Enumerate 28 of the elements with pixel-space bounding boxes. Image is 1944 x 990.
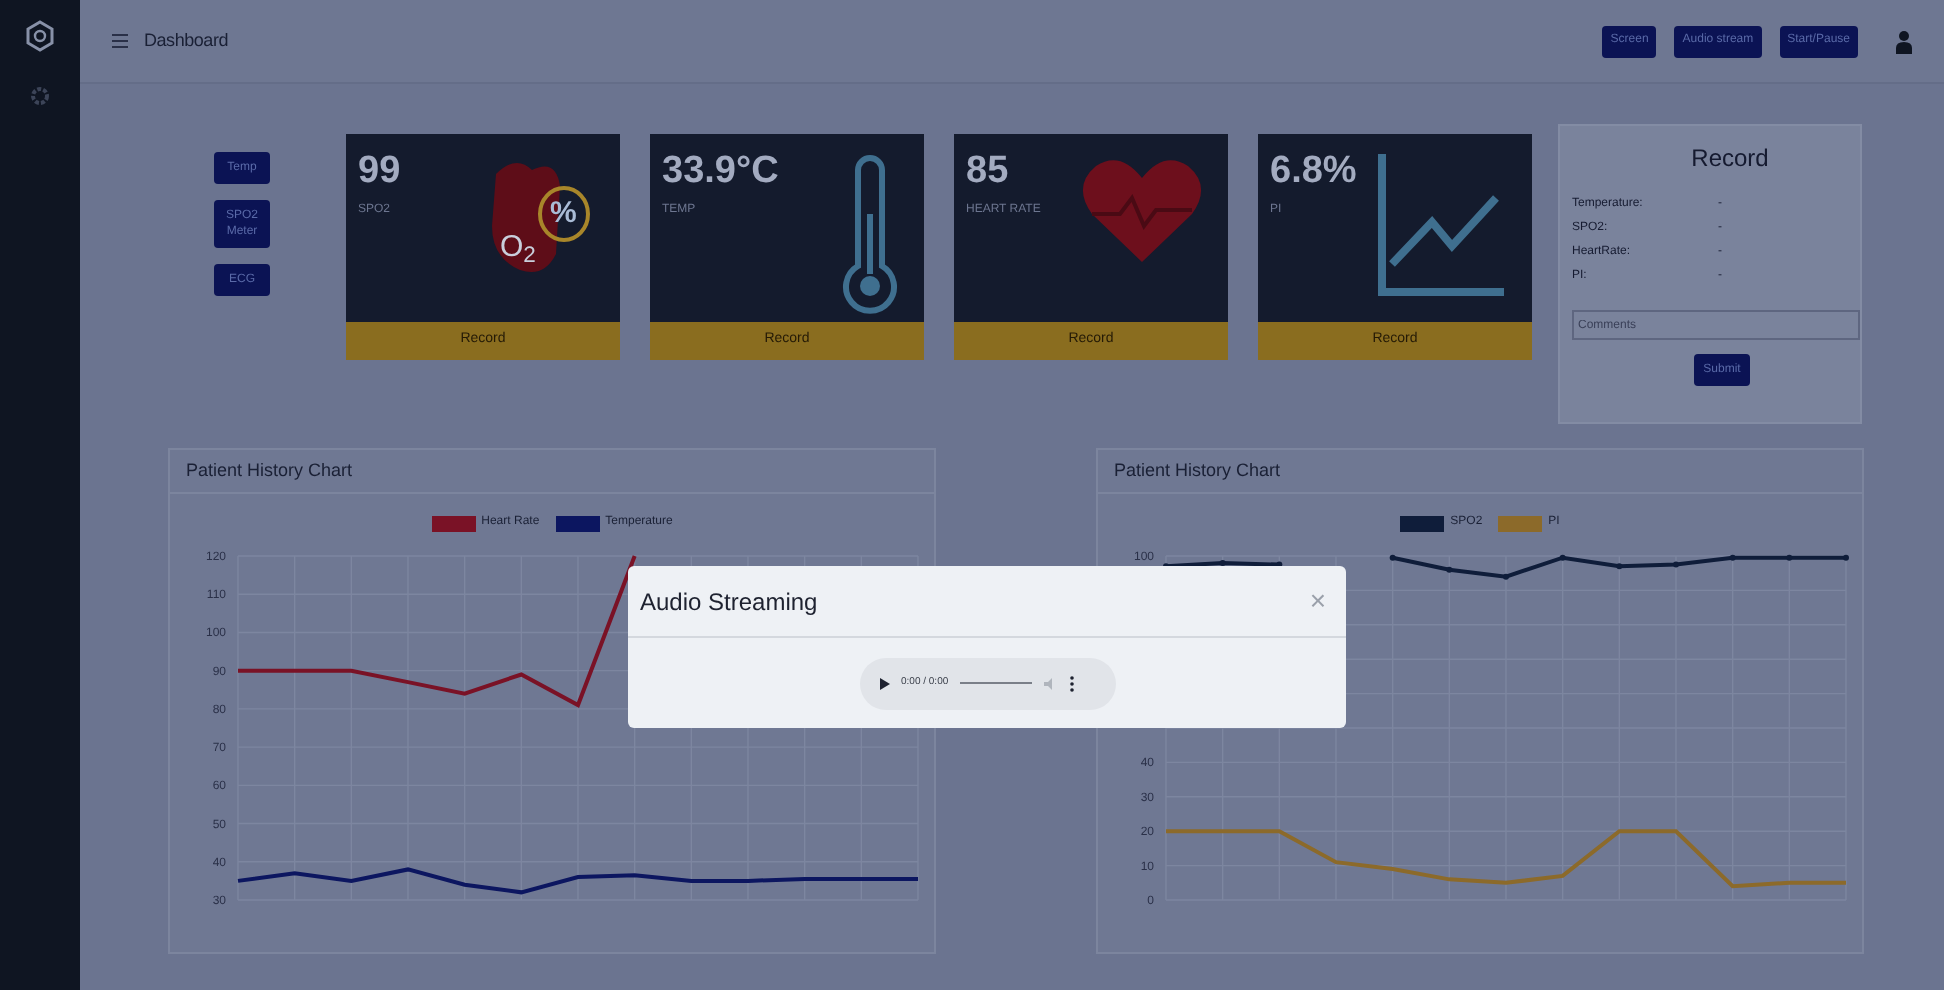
vital-value: 99 (358, 150, 401, 194)
user-icon[interactable] (1896, 29, 1912, 53)
point (1729, 554, 1736, 561)
point (1503, 573, 1509, 580)
vital-value: 6.8% (1270, 150, 1357, 194)
menu-icon[interactable] (112, 34, 128, 48)
vital-value: 85 (966, 150, 1011, 194)
point (1446, 566, 1453, 573)
more-icon[interactable] (1070, 675, 1075, 691)
modal-title: Audio Streaming (640, 585, 818, 619)
play-icon[interactable] (879, 677, 889, 689)
thermometer-icon (840, 154, 900, 314)
heart-icon (1080, 154, 1204, 266)
point (1843, 554, 1849, 561)
chart-title: Patient History Chart (186, 457, 353, 484)
page-title: Dashboard (144, 27, 229, 54)
oxygen-label: O$_{2}$ (500, 228, 536, 271)
logo-icon[interactable] (24, 20, 56, 52)
percent-label: % (550, 194, 577, 234)
point (1616, 563, 1623, 570)
vital-value: 33.9°C (662, 150, 779, 194)
chart-title: Patient History Chart (1114, 457, 1281, 484)
point (1559, 554, 1566, 561)
close-button[interactable]: × (1301, 580, 1334, 622)
record-title: Record (1689, 142, 1771, 176)
point (1389, 554, 1396, 561)
point (1786, 554, 1793, 561)
line-chart-icon (1376, 154, 1508, 298)
